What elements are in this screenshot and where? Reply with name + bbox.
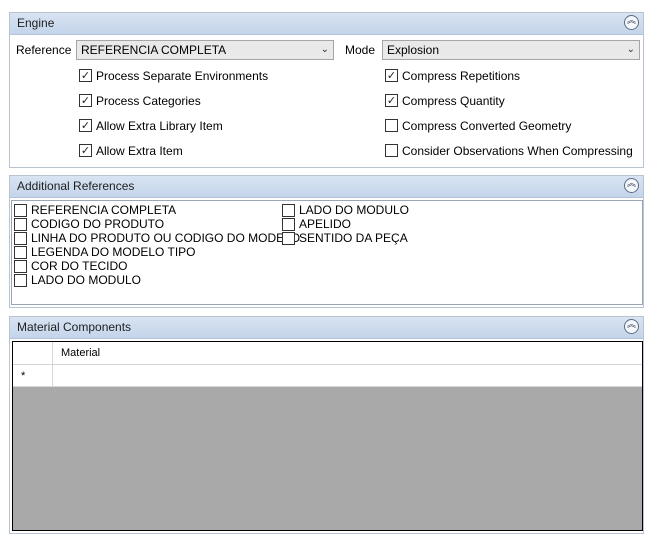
material-components-header: Material Components ︽	[10, 317, 643, 339]
check-icon: ✓	[80, 144, 91, 157]
mode-label: Mode	[345, 43, 376, 57]
grid-new-row[interactable]: *	[13, 365, 642, 387]
ref-checkbox-lado-do-modulo-2[interactable]	[282, 204, 295, 217]
check-icon: ✓	[386, 94, 397, 107]
ref-checkbox-legenda-do-modelo-tipo[interactable]	[14, 246, 27, 259]
ref-checkbox-referencia-completa[interactable]	[14, 204, 27, 217]
reference-label: Reference	[16, 43, 72, 57]
process-categories-checkbox[interactable]: ✓	[79, 94, 92, 107]
consider-observations-label: Consider Observations When Compressing	[402, 144, 633, 158]
row-header-cell: *	[13, 365, 53, 386]
compress-converted-geometry-label: Compress Converted Geometry	[402, 119, 572, 133]
list-item: LEGENDA DO MODELO TIPO	[31, 245, 196, 259]
mode-select[interactable]: Explosion ⌄	[382, 40, 640, 60]
check-icon: ✓	[80, 119, 91, 132]
material-components-grid[interactable]: Material *	[12, 341, 643, 531]
reference-select-value: REFERENCIA COMPLETA	[81, 43, 227, 57]
process-separate-environments-label: Process Separate Environments	[96, 69, 269, 83]
compress-quantity-label: Compress Quantity	[402, 94, 505, 108]
process-categories-label: Process Categories	[96, 94, 201, 108]
check-icon: ✓	[80, 69, 91, 82]
check-icon: ✓	[80, 94, 91, 107]
allow-extra-item-checkbox[interactable]: ✓	[79, 144, 92, 157]
ref-checkbox-codigo-do-produto[interactable]	[14, 218, 27, 231]
compress-converted-geometry-checkbox[interactable]	[385, 119, 398, 132]
ref-checkbox-lado-do-modulo[interactable]	[14, 274, 27, 287]
engine-header: Engine ︽	[10, 13, 643, 35]
list-item: LADO DO MODULO	[31, 273, 142, 287]
process-separate-environments-checkbox[interactable]: ✓	[79, 69, 92, 82]
material-column-header[interactable]: Material	[61, 347, 100, 359]
material-components-panel: Material Components ︽ Material *	[9, 316, 644, 534]
grid-corner-cell	[13, 342, 53, 364]
consider-observations-checkbox[interactable]	[385, 144, 398, 157]
additional-references-title: Additional References	[17, 179, 135, 193]
list-item: CODIGO DO PRODUTO	[31, 217, 165, 231]
ref-checkbox-apelido[interactable]	[282, 218, 295, 231]
chevron-down-icon: ⌄	[320, 44, 329, 55]
ref-checkbox-cor-do-tecido[interactable]	[14, 260, 27, 273]
allow-extra-library-item-checkbox[interactable]: ✓	[79, 119, 92, 132]
list-item: REFERENCIA COMPLETA	[31, 203, 177, 217]
chevron-double-up-icon[interactable]: ︽	[624, 319, 639, 334]
ref-checkbox-sentido-da-peca[interactable]	[282, 232, 295, 245]
compress-repetitions-checkbox[interactable]: ✓	[385, 69, 398, 82]
additional-references-list[interactable]: REFERENCIA COMPLETA CODIGO DO PRODUTO LI…	[11, 200, 643, 305]
list-item: APELIDO	[299, 217, 352, 231]
chevron-double-up-icon[interactable]: ︽	[624, 178, 639, 193]
reference-select[interactable]: REFERENCIA COMPLETA ⌄	[76, 40, 334, 60]
allow-extra-library-item-label: Allow Extra Library Item	[96, 119, 223, 133]
additional-references-header: Additional References ︽	[10, 176, 643, 198]
list-item: SENTIDO DA PEÇA	[299, 231, 408, 245]
allow-extra-item-label: Allow Extra Item	[96, 144, 183, 158]
grid-header-row: Material	[13, 342, 642, 365]
additional-references-panel: Additional References ︽ REFERENCIA COMPL…	[9, 175, 644, 308]
new-row-marker: *	[21, 370, 26, 382]
engine-panel: Engine ︽ Reference REFERENCIA COMPLETA ⌄…	[9, 12, 644, 168]
mode-select-value: Explosion	[387, 43, 440, 57]
list-item: COR DO TECIDO	[31, 259, 128, 273]
material-cell[interactable]	[53, 365, 642, 386]
list-item: LINHA DO PRODUTO OU CODIGO DO MODELO	[31, 231, 301, 245]
compress-repetitions-label: Compress Repetitions	[402, 69, 521, 83]
engine-title: Engine	[17, 16, 55, 30]
material-components-title: Material Components	[17, 320, 132, 334]
list-item: LADO DO MODULO	[299, 203, 410, 217]
check-icon: ✓	[386, 69, 397, 82]
ref-checkbox-linha-do-produto[interactable]	[14, 232, 27, 245]
compress-quantity-checkbox[interactable]: ✓	[385, 94, 398, 107]
chevron-down-icon: ⌄	[626, 44, 635, 55]
chevron-double-up-icon[interactable]: ︽	[624, 15, 639, 30]
